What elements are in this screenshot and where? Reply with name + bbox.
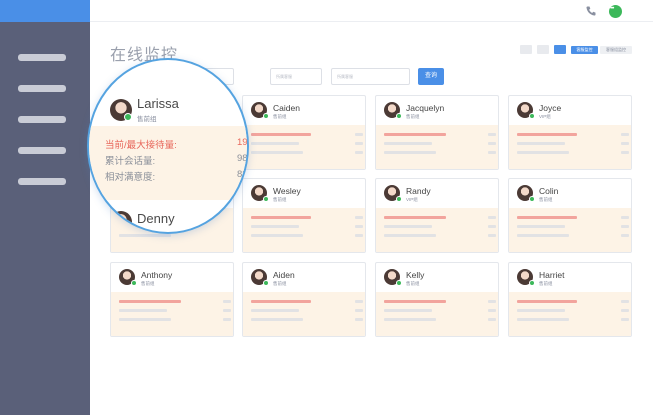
- online-icon: [529, 280, 535, 286]
- agent-name: Anthony: [141, 270, 173, 280]
- tab-agent-monitor[interactable]: 客服监控: [571, 46, 598, 54]
- tab-group-monitor[interactable]: 客服组监控: [600, 46, 632, 54]
- agent-stats: [376, 125, 498, 169]
- agent-group: 售前组: [406, 114, 420, 119]
- agent-card[interactable]: Caiden 售前组: [242, 95, 366, 170]
- agent-card[interactable]: Joyce VIP组: [508, 95, 632, 170]
- agent-group: 售前组: [137, 116, 157, 123]
- online-icon: [396, 113, 402, 119]
- online-icon: [263, 196, 269, 202]
- search-button[interactable]: 查询: [418, 68, 444, 85]
- agent-stats: [376, 208, 498, 252]
- agent-name: Denny: [137, 211, 175, 226]
- view-toggle-2[interactable]: [537, 45, 549, 54]
- agent-name: Aiden: [273, 270, 295, 280]
- agent-group: 售前组: [539, 197, 553, 202]
- view-toggle-3[interactable]: [554, 45, 566, 54]
- agent-name: Larissa: [137, 96, 179, 111]
- agent-stats: [243, 208, 365, 252]
- agent-stats: [243, 292, 365, 336]
- agent-card[interactable]: Kelly 售前组: [375, 262, 499, 337]
- agent-group: 售前组: [273, 114, 287, 119]
- agent-group: 售前组: [539, 281, 553, 286]
- agent-card[interactable]: Aiden 售前组: [242, 262, 366, 337]
- agent-card[interactable]: Jacquelyn 售前组: [375, 95, 499, 170]
- online-icon: [131, 280, 137, 286]
- online-icon: [396, 196, 402, 202]
- agent-stats: [509, 292, 631, 336]
- sidebar-item-1[interactable]: [18, 54, 66, 61]
- online-icon: [529, 196, 535, 202]
- agent-card[interactable]: Colin 售前组: [508, 178, 632, 253]
- agent-group: 售前组: [273, 281, 287, 286]
- agent-group: 售前组: [273, 197, 287, 202]
- agent-stats: [111, 292, 233, 336]
- agent-stats: [376, 292, 498, 336]
- stat-value-capacity: 19: [237, 137, 248, 148]
- agent-group: VIP组: [406, 197, 418, 202]
- agent-group: 售前组: [406, 281, 420, 286]
- agent-card[interactable]: Wesley 售前组: [242, 178, 366, 253]
- stat-label-capacity: 当前/最大接待量:: [105, 140, 177, 151]
- sidebar-item-4[interactable]: [18, 147, 66, 154]
- magnifier-lens: Larissa 售前组 当前/最大接待量: 19 累计会话量: 98.2 相对满…: [87, 58, 249, 234]
- stat-label-satisfaction: 相对满意度:: [105, 172, 156, 183]
- online-icon: [124, 113, 132, 121]
- online-icon: [529, 113, 535, 119]
- online-icon: [263, 113, 269, 119]
- online-icon: [263, 280, 269, 286]
- filter-input-2[interactable]: 所属客服: [270, 68, 322, 85]
- agent-group: 售前组: [141, 281, 155, 286]
- agent-card[interactable]: Randy VIP组: [375, 178, 499, 253]
- avatar: [110, 211, 132, 232]
- agent-name: Caiden: [273, 103, 300, 113]
- agent-name: Harriet: [539, 270, 565, 280]
- chat-icon[interactable]: [609, 5, 622, 18]
- sidebar-item-2[interactable]: [18, 85, 66, 92]
- agent-name: Randy: [406, 186, 431, 196]
- agent-card[interactable]: Anthony 售前组: [110, 262, 234, 337]
- agent-name: Joyce: [539, 103, 562, 113]
- agent-name: Kelly: [406, 270, 425, 280]
- sidebar-logo-area: [0, 0, 90, 22]
- agent-stats: [509, 125, 631, 169]
- agent-card[interactable]: Harriet 售前组: [508, 262, 632, 337]
- sidebar: [0, 0, 90, 415]
- top-bar: [90, 0, 653, 22]
- stat-value-sessions: 98.2: [237, 153, 248, 164]
- agent-name: Jacquelyn: [406, 103, 445, 113]
- agent-stats: [243, 125, 365, 169]
- agent-stats: [509, 208, 631, 252]
- sidebar-item-3[interactable]: [18, 116, 66, 123]
- agent-name: Colin: [539, 186, 559, 196]
- view-toggle-1[interactable]: [520, 45, 532, 54]
- online-icon: [396, 280, 402, 286]
- stat-value-satisfaction: 88: [237, 169, 248, 180]
- sidebar-item-5[interactable]: [18, 178, 66, 185]
- agent-group: VIP组: [539, 114, 551, 119]
- stat-label-sessions: 累计会话量:: [105, 156, 156, 167]
- phone-icon[interactable]: [585, 5, 597, 17]
- agent-name: Wesley: [273, 186, 301, 196]
- filter-input-3[interactable]: 所属客服: [331, 68, 410, 85]
- app-window: 在线监控 所属客服 所属客服 查询 客服监控 客服组监控 Caiden 售前组 …: [0, 0, 653, 415]
